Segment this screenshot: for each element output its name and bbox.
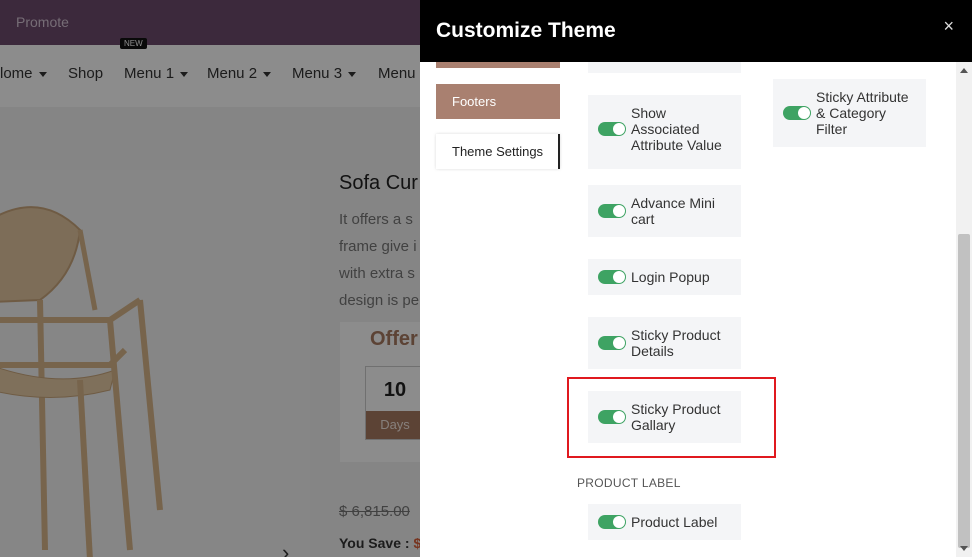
option-label: Advance Mini cart	[631, 195, 716, 227]
option-label: Login Popup	[631, 269, 710, 285]
modal-scrollbar[interactable]	[956, 62, 972, 557]
option-label: Sticky Attribute & Category Filter	[816, 89, 909, 137]
toggle-switch[interactable]	[598, 336, 626, 350]
option-show-associated-attribute-value: Show Associated Attribute Value	[588, 95, 741, 169]
option-product-label: Product Label	[588, 504, 741, 540]
scroll-down-icon[interactable]	[960, 546, 968, 551]
toggle-switch[interactable]	[598, 270, 626, 284]
highlight-box	[567, 377, 776, 458]
scroll-up-icon[interactable]	[960, 68, 968, 73]
customize-theme-modal: Customize Theme × Footers Theme Settings…	[420, 0, 972, 557]
option-sticky-attribute-category-filter: Sticky Attribute & Category Filter	[773, 79, 926, 147]
tab-footers[interactable]: Footers	[436, 84, 560, 119]
tab-previous[interactable]	[436, 62, 560, 68]
toggle-switch[interactable]	[598, 204, 626, 218]
option-label: Product Label	[631, 514, 718, 530]
option-login-popup: Login Popup	[588, 259, 741, 295]
modal-header: Customize Theme ×	[420, 0, 972, 62]
modal-body: Footers Theme Settings Show Associated A…	[420, 62, 956, 557]
section-title-product-label: PRODUCT LABEL	[577, 476, 681, 490]
option-label: Show Associated Attribute Value	[631, 105, 722, 153]
option-label: Sticky Product Details	[631, 327, 721, 359]
option-advance-mini-cart: Advance Mini cart	[588, 185, 741, 237]
toggle-switch[interactable]	[598, 122, 626, 136]
scroll-thumb[interactable]	[958, 234, 970, 548]
toggle-switch[interactable]	[783, 106, 811, 120]
option-sticky-product-details: Sticky Product Details	[588, 317, 741, 369]
option-card	[588, 62, 741, 73]
modal-title: Customize Theme	[436, 19, 616, 42]
tab-theme-settings[interactable]: Theme Settings	[436, 134, 560, 169]
close-icon[interactable]: ×	[943, 16, 954, 37]
toggle-switch[interactable]	[598, 515, 626, 529]
